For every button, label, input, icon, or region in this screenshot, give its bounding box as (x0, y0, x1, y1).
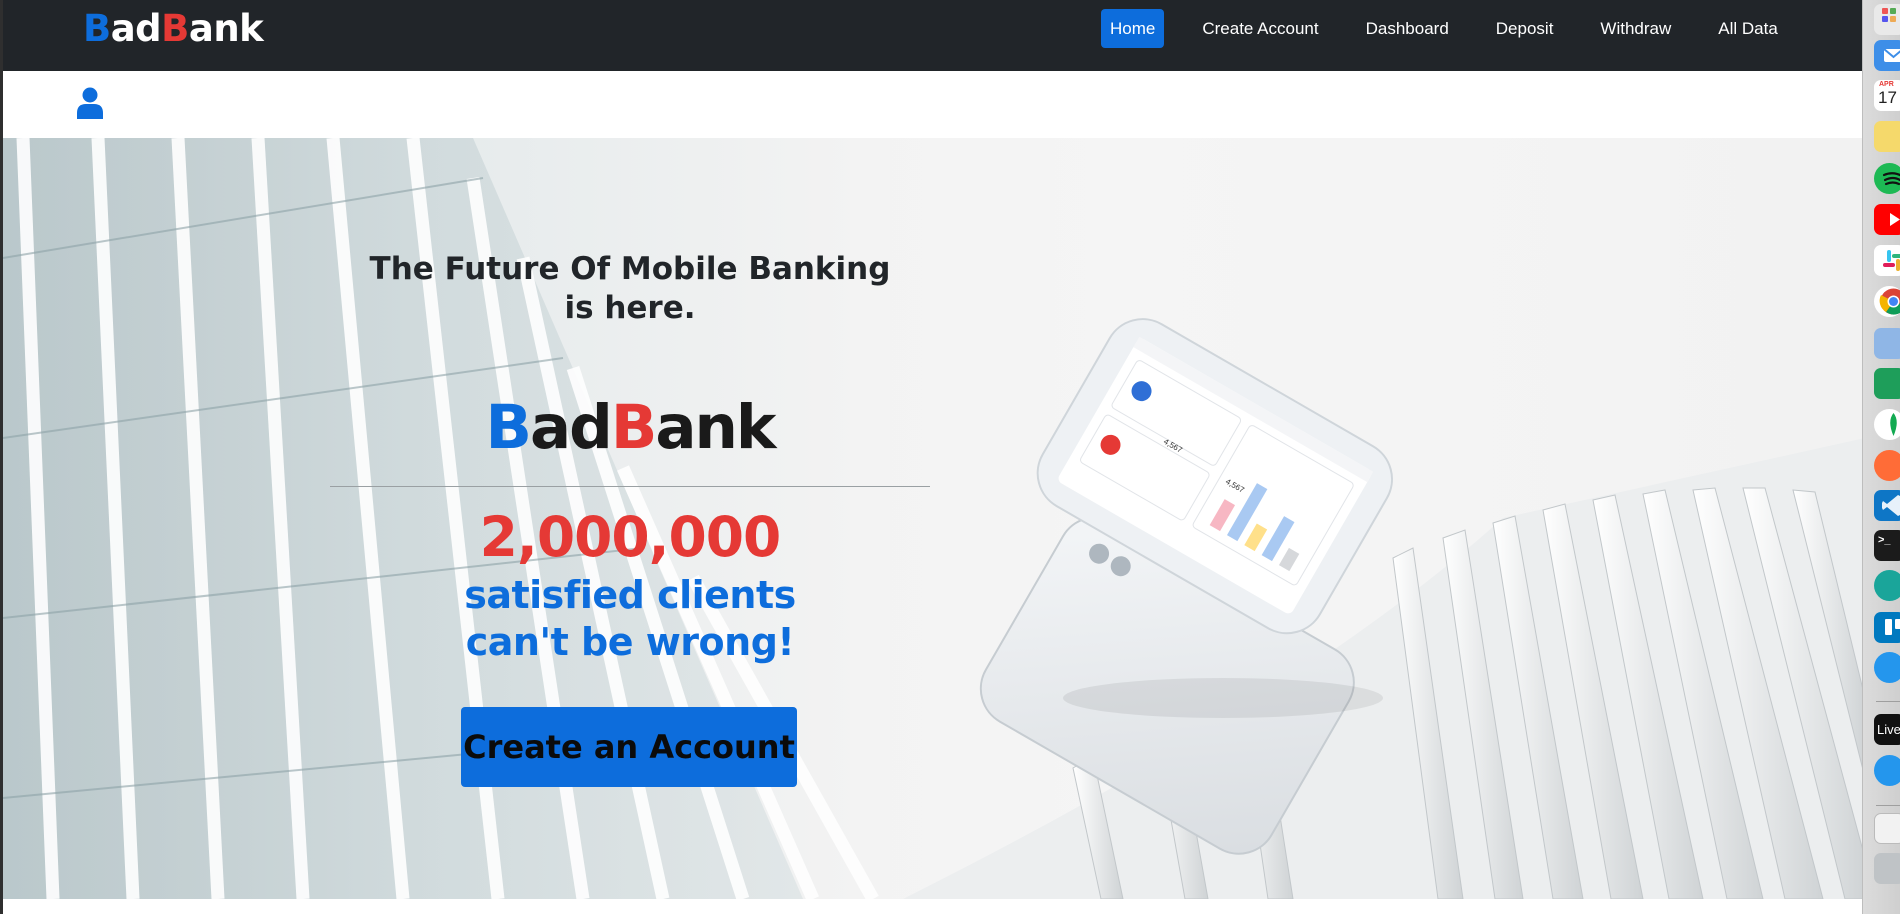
hero-logo-part1: ad (530, 392, 613, 463)
calendar-day: 17 (1878, 88, 1897, 107)
chrome-icon[interactable] (1874, 286, 1900, 317)
client-count: 2,000,000 (479, 505, 782, 569)
trash-icon[interactable] (1874, 853, 1900, 884)
terminal-icon[interactable]: >_ (1874, 530, 1900, 561)
youtube-icon[interactable] (1874, 204, 1900, 235)
gauge-app-icon[interactable] (1874, 368, 1900, 399)
brand-letter-b2: B (161, 7, 189, 50)
spotify-icon[interactable] (1874, 163, 1900, 194)
bottom-strip (0, 899, 1862, 914)
dock-separator (1876, 701, 1900, 702)
hero-logo-part2: ank (655, 392, 776, 463)
brand-part1: ad (110, 7, 162, 50)
hero-tagline: The Future Of Mobile Banking is here. (369, 251, 891, 326)
create-account-button[interactable]: Create an Account (461, 707, 797, 787)
hero-logo-letter-b1: B (485, 392, 532, 463)
hero-logo: BadBank (325, 393, 935, 463)
postman-icon[interactable] (1874, 450, 1900, 481)
client-claim-line1: satisfied clients (464, 573, 796, 617)
calendar-icon[interactable]: APR 17 (1874, 80, 1900, 111)
hero-divider (330, 486, 930, 487)
client-claim-line2: can't be wrong! (465, 620, 795, 664)
nav-deposit-link[interactable]: Deposit (1487, 9, 1563, 48)
notes-icon[interactable] (1874, 121, 1900, 152)
docker-icon[interactable] (1874, 652, 1900, 683)
slack-icon[interactable] (1874, 245, 1900, 276)
launchpad-icon[interactable] (1874, 4, 1900, 35)
client-claim: satisfied clients can't be wrong! (325, 572, 935, 666)
nav-home-link[interactable]: Home (1101, 9, 1165, 48)
hero-logo-letter-b2: B (610, 392, 657, 463)
mail-icon[interactable] (1874, 40, 1900, 71)
live-app-icon[interactable]: Live (1874, 714, 1900, 745)
docker-desktop-icon[interactable] (1874, 755, 1900, 786)
user-icon[interactable] (77, 87, 103, 119)
nav-all-data-link[interactable]: All Data (1709, 9, 1787, 48)
brand-letter-b1: B (83, 7, 111, 50)
preview-icon[interactable] (1874, 328, 1900, 359)
nav-dashboard-link[interactable]: Dashboard (1357, 9, 1458, 48)
brand-part2: ank (188, 7, 264, 50)
nav-withdraw-link[interactable]: Withdraw (1591, 9, 1680, 48)
hero-section: 4,567 4,567 The Future Of Mobile Banking… (0, 138, 1862, 899)
brand-logo[interactable]: BadBank (83, 6, 264, 52)
macos-dock: APR 17 >_ Live (1862, 0, 1900, 914)
nav-create-account-link[interactable]: Create Account (1193, 9, 1327, 48)
document-icon[interactable] (1874, 813, 1900, 844)
trello-icon[interactable] (1874, 612, 1900, 643)
nav-links: Home Create Account Dashboard Deposit Wi… (1101, 9, 1816, 48)
dock-separator-2 (1876, 805, 1900, 806)
mongodb-icon[interactable] (1874, 409, 1900, 440)
vscode-icon[interactable] (1874, 490, 1900, 521)
brain-app-icon[interactable] (1874, 570, 1900, 601)
top-navbar: BadBank Home Create Account Dashboard De… (0, 0, 1862, 71)
user-bar (0, 71, 1862, 138)
